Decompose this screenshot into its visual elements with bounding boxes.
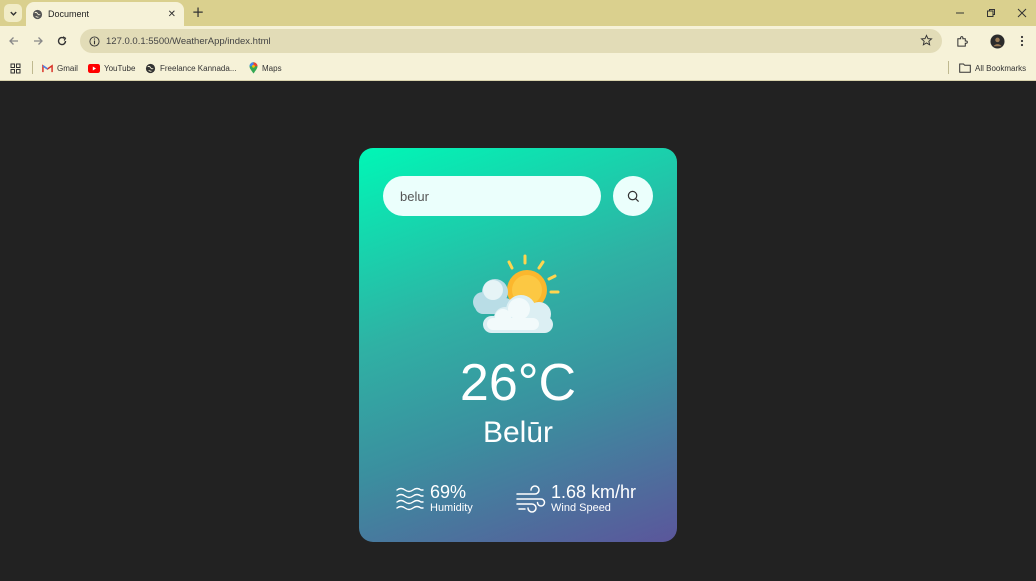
search-button[interactable] [613,176,653,216]
humidity-value: 69% [430,482,467,502]
all-bookmarks-label: All Bookmarks [975,63,1027,73]
bookmark-label: Freelance Kannada... [160,63,237,73]
wind-label: Wind Speed [551,502,611,514]
humidity-label: Humidity [430,502,473,514]
youtube-icon [88,63,100,73]
apps-button[interactable] [10,61,21,75]
chevron-down-icon [9,11,17,16]
globe-icon [145,63,156,73]
minimize-button[interactable] [950,4,970,22]
tab-strip: Document ✕ + [0,0,1036,26]
bookmark-freelance-kannada[interactable]: Freelance Kannada... [145,61,237,75]
wind-value: 1.68 km/hr [551,482,637,502]
folder-icon [959,63,971,73]
city-name: Belūr [482,416,554,449]
maps-icon [249,62,258,74]
wind-icon [516,484,546,513]
search-icon [627,190,639,202]
gmail-icon [42,63,53,72]
wind-detail: 1.68 km/hr Wind Speed [515,482,636,515]
arrow-right-icon [34,37,43,45]
tab-search-button[interactable] [4,4,22,22]
bookmark-gmail[interactable]: Gmail [42,61,78,75]
navigation-bar: 127.0.0.1:5500/WeatherApp/index.html [0,26,1036,56]
humidity-detail: 69% Humidity [395,482,473,515]
arrow-left-icon [9,37,18,45]
tab-title: Document [48,9,90,19]
partly-cloudy-icon [473,254,560,333]
address-bar[interactable]: 127.0.0.1:5500/WeatherApp/index.html [80,29,942,53]
url-text: 127.0.0.1:5500/WeatherApp/index.html [106,35,271,47]
site-info-icon[interactable] [89,35,100,47]
bookmark-youtube[interactable]: YouTube [88,61,135,75]
bookmark-label: YouTube [104,63,136,73]
bookmark-label: Gmail [57,63,78,73]
globe-icon [32,9,43,19]
reload-button[interactable] [54,33,70,49]
humidity-icon [396,487,424,510]
weather-card: 26°C Belūr 69% Humidity 1.68 km/hr [359,148,677,542]
menu-button[interactable] [1014,33,1030,49]
puzzle-icon [956,35,968,47]
kebab-menu-icon [1020,35,1024,47]
forward-button[interactable] [30,33,46,49]
new-tab-button[interactable]: + [190,4,206,20]
avatar-icon [989,33,1005,49]
bookmark-divider [948,61,949,74]
reload-icon [57,36,67,46]
all-bookmarks-button[interactable]: All Bookmarks [959,61,1026,75]
temperature: 26°C [459,354,577,412]
minimize-icon [956,12,964,14]
back-button[interactable] [6,33,22,49]
restore-icon [987,9,995,17]
apps-grid-icon [10,63,21,73]
city-search-input[interactable] [383,176,601,216]
bookmarks-bar: Gmail YouTube Freelance Kannada... Maps … [0,56,1036,81]
bookmark-label: Maps [262,63,282,73]
bookmark-maps[interactable]: Maps [249,61,282,75]
wind-text: 1.68 km/hr Wind Speed [551,482,636,515]
humidity-text: 69% Humidity [430,482,473,515]
bookmark-divider [32,61,33,74]
extensions-button[interactable] [954,33,970,49]
restore-button[interactable] [981,4,1001,22]
bookmark-star-icon[interactable] [920,34,933,47]
profile-button[interactable] [989,33,1005,49]
active-tab[interactable]: Document ✕ [26,2,184,26]
close-tab-icon[interactable]: ✕ [168,9,176,20]
close-window-button[interactable] [1012,4,1032,22]
close-icon [1017,8,1027,18]
